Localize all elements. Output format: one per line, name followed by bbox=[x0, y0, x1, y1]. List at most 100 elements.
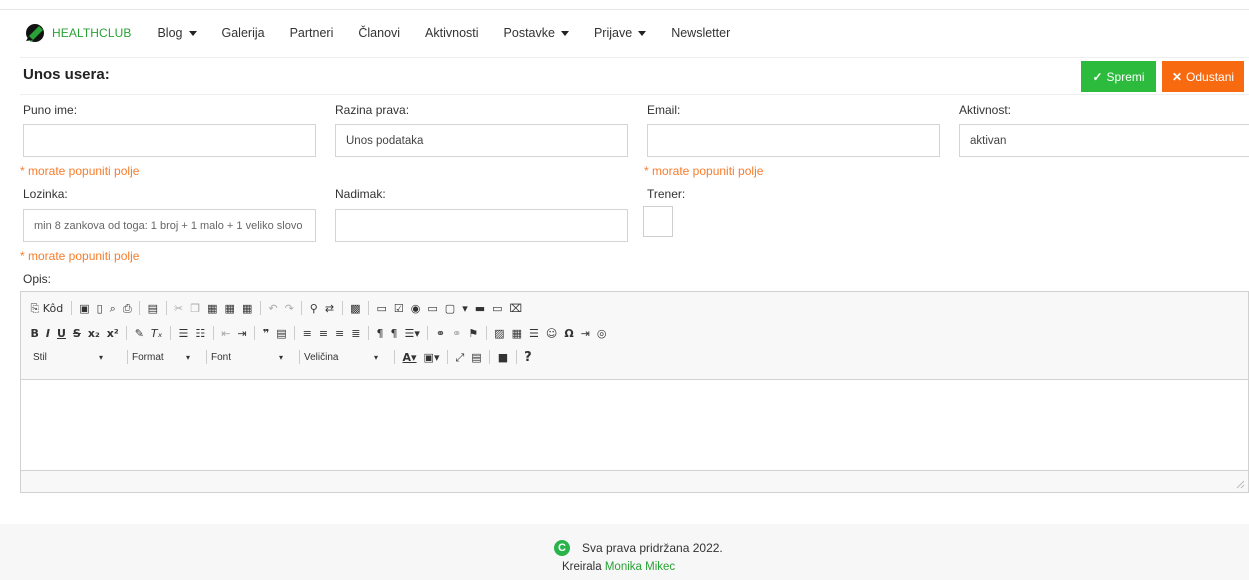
paste-word-icon[interactable]: ▦ bbox=[242, 303, 252, 314]
select-all-icon[interactable]: ▩ bbox=[350, 303, 360, 314]
form-icon[interactable]: ▭ bbox=[376, 303, 386, 314]
author-link[interactable]: Monika Mikec bbox=[605, 561, 675, 573]
source-block-icon[interactable]: ■ bbox=[498, 352, 508, 363]
header-divider-top bbox=[20, 57, 1249, 58]
brand[interactable]: HEALTHCLUB bbox=[24, 23, 131, 43]
help-icon[interactable]: ? bbox=[524, 351, 532, 364]
table-icon[interactable]: ▦ bbox=[512, 328, 522, 339]
align-center-icon[interactable]: ≡ bbox=[319, 328, 328, 339]
superscript-icon[interactable]: x² bbox=[107, 328, 119, 339]
hidden-field-icon[interactable]: ⌧ bbox=[510, 303, 523, 314]
align-left-icon[interactable]: ≡ bbox=[303, 328, 312, 339]
trainer-checkbox[interactable] bbox=[643, 206, 673, 237]
nav-aktivnosti-label: Aktivnosti bbox=[425, 26, 479, 40]
numbered-list-icon[interactable]: ☰ bbox=[179, 328, 189, 339]
textarea-icon[interactable]: ▢ bbox=[445, 303, 455, 314]
unlink-icon[interactable]: ⚭ bbox=[452, 328, 461, 339]
find-icon[interactable]: ⚲ bbox=[310, 303, 318, 314]
resize-handle-icon[interactable] bbox=[1236, 480, 1245, 489]
print-icon[interactable]: ⎙ bbox=[123, 303, 132, 314]
save-doc-icon[interactable]: ▣ bbox=[79, 303, 89, 314]
text-color-icon[interactable]: A▾ bbox=[403, 352, 417, 363]
toolbar-separator bbox=[515, 350, 517, 364]
copyright-row: C Sva prava pridržana 2022. bbox=[554, 540, 723, 556]
email-input[interactable] bbox=[647, 124, 940, 157]
select-field-icon[interactable]: ▾ bbox=[462, 303, 468, 314]
nickname-input[interactable] bbox=[335, 209, 628, 242]
link-icon[interactable]: ⚭ bbox=[436, 328, 445, 339]
toolbar-separator bbox=[394, 350, 395, 364]
indent-icon[interactable]: ⇥ bbox=[238, 328, 247, 339]
div-container-icon[interactable]: ▤ bbox=[276, 328, 286, 339]
ltr-icon[interactable]: ¶ bbox=[376, 328, 383, 339]
nav-blog[interactable]: Blog bbox=[157, 26, 197, 40]
bulleted-list-icon[interactable]: ☷ bbox=[195, 328, 205, 339]
full-name-error: * morate popuniti polje bbox=[20, 164, 140, 178]
nav-partneri[interactable]: Partneri bbox=[290, 26, 334, 40]
nav-blog-label: Blog bbox=[157, 26, 183, 40]
style-combo[interactable]: Stil ▾ bbox=[27, 352, 117, 363]
nav-galerija[interactable]: Galerija bbox=[222, 26, 265, 40]
preview-icon[interactable]: ⌕ bbox=[110, 303, 116, 314]
outdent-icon[interactable]: ⇤ bbox=[221, 328, 230, 339]
toolbar-separator bbox=[206, 350, 207, 364]
smiley-icon[interactable]: ☺ bbox=[546, 328, 557, 339]
underline-icon[interactable]: U bbox=[57, 328, 66, 339]
blockquote-icon[interactable]: ❞ bbox=[263, 328, 269, 339]
background-color-icon[interactable]: ▣▾ bbox=[424, 352, 440, 363]
strikethrough-icon[interactable]: S bbox=[73, 328, 81, 339]
paste-icon[interactable]: ▦ bbox=[207, 303, 217, 314]
horizontal-line-icon[interactable]: ☰ bbox=[529, 328, 539, 339]
nav-prijave[interactable]: Prijave bbox=[594, 26, 647, 40]
textfield-icon[interactable]: ▭ bbox=[427, 303, 437, 314]
nav-newsletter[interactable]: Newsletter bbox=[671, 26, 730, 40]
password-input[interactable]: min 8 zankova od toga: 1 broj + 1 malo +… bbox=[23, 209, 316, 242]
format-combo[interactable]: Format ▾ bbox=[132, 352, 196, 363]
show-blocks-icon[interactable]: ▤ bbox=[471, 352, 481, 363]
cancel-button[interactable]: ✕ Odustani bbox=[1162, 61, 1244, 92]
copy-format-icon[interactable]: ✎ bbox=[135, 328, 144, 339]
checkbox-icon[interactable]: ☑ bbox=[394, 303, 404, 314]
iframe-globe-icon[interactable]: ◎ bbox=[597, 328, 607, 339]
toolbar-separator bbox=[212, 326, 214, 340]
image-button-icon[interactable]: ▭ bbox=[492, 303, 502, 314]
caret-down-icon bbox=[188, 30, 197, 36]
language-icon[interactable]: ☰▾ bbox=[404, 328, 419, 339]
special-char-icon[interactable]: Ω bbox=[564, 328, 573, 339]
copy-icon[interactable]: ❐ bbox=[190, 303, 200, 314]
remove-format-icon[interactable]: Tₓ bbox=[151, 328, 163, 339]
italic-icon[interactable]: I bbox=[46, 328, 50, 339]
align-right-icon[interactable]: ≡ bbox=[335, 328, 344, 339]
bold-icon[interactable]: B bbox=[31, 328, 39, 339]
new-page-icon[interactable]: ▯ bbox=[97, 303, 103, 314]
undo-icon[interactable]: ↶ bbox=[268, 303, 277, 314]
nav-aktivnosti[interactable]: Aktivnosti bbox=[425, 26, 479, 40]
image-icon[interactable]: ▨ bbox=[494, 328, 504, 339]
toolbar-separator bbox=[139, 301, 141, 315]
font-combo[interactable]: Font ▾ bbox=[211, 352, 289, 363]
full-name-input[interactable] bbox=[23, 124, 316, 157]
nav-postavke[interactable]: Postavke bbox=[504, 26, 569, 40]
button-field-icon[interactable]: ▬ bbox=[475, 303, 485, 314]
align-justify-icon[interactable]: ≣ bbox=[351, 328, 360, 339]
cut-icon[interactable]: ✂ bbox=[174, 303, 183, 314]
nav-clanovi[interactable]: Članovi bbox=[358, 26, 400, 40]
radio-icon[interactable]: ◉ bbox=[411, 303, 421, 314]
paste-text-icon[interactable]: ▦ bbox=[225, 303, 235, 314]
templates-icon[interactable]: ▤ bbox=[148, 303, 158, 314]
redo-icon[interactable]: ↷ bbox=[285, 303, 294, 314]
editor-content-area[interactable] bbox=[21, 380, 1248, 471]
activity-select[interactable]: aktivan bbox=[959, 124, 1249, 157]
rtl-icon[interactable]: ¶ bbox=[390, 328, 397, 339]
toolbar-separator bbox=[341, 301, 343, 315]
subscript-icon[interactable]: x₂ bbox=[88, 328, 100, 339]
replace-icon[interactable]: ⇄ bbox=[325, 303, 334, 314]
save-button[interactable]: ✓ Spremi bbox=[1081, 61, 1156, 92]
anchor-flag-icon[interactable]: ⚑ bbox=[468, 328, 478, 339]
size-combo[interactable]: Veličina ▾ bbox=[304, 352, 384, 363]
page-break-icon[interactable]: ⇥ bbox=[581, 328, 590, 339]
brand-logo-icon bbox=[26, 24, 44, 42]
rights-select[interactable]: Unos podataka bbox=[335, 124, 628, 157]
source-button[interactable]: ⎘ Kôd bbox=[31, 303, 64, 314]
maximize-icon[interactable]: ⤢ bbox=[455, 352, 464, 363]
